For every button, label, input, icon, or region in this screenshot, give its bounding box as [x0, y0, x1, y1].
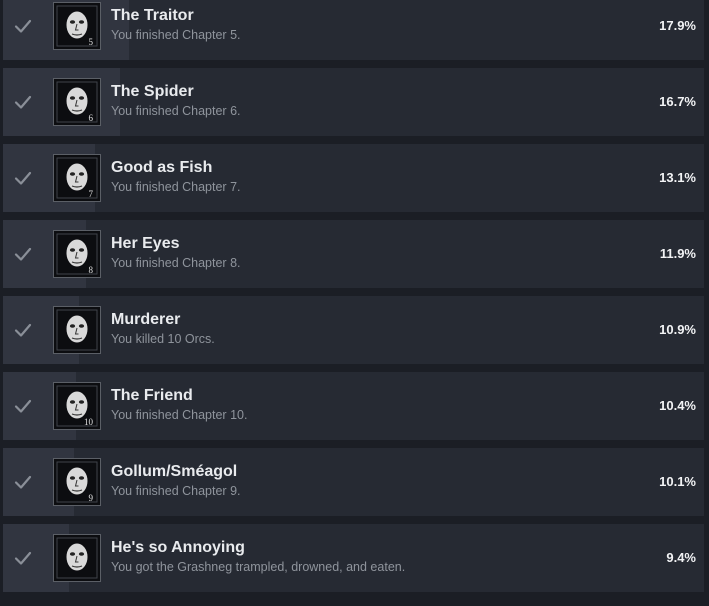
achievement-title: Good as Fish [111, 159, 213, 176]
achievement-title: Her Eyes [111, 235, 180, 252]
checkmark-icon [13, 16, 33, 36]
achievement-row[interactable]: 5 The Traitor You finished Chapter 5. 17… [3, 0, 704, 60]
unlock-percentage: 17.9% [659, 18, 696, 33]
winged-creature-icon: 10 [53, 382, 101, 430]
unlock-percentage: 10.4% [659, 398, 696, 413]
achievement-row[interactable]: 7 Good as Fish You finished Chapter 7. 1… [3, 144, 704, 212]
chapter-number-mark: 7 [89, 189, 94, 199]
unlock-percentage: 9.4% [666, 550, 696, 565]
achievement-description: You finished Chapter 9. [111, 484, 241, 498]
achievement-title: The Traitor [111, 7, 194, 24]
achievement-description: You finished Chapter 6. [111, 104, 241, 118]
checkmark-icon [13, 168, 33, 188]
checkmark-icon [13, 396, 33, 416]
traitor-portrait-icon: 5 [53, 2, 101, 50]
chapter-number-mark: 6 [89, 113, 94, 123]
achievement-title: The Friend [111, 387, 193, 404]
unlock-percentage: 13.1% [659, 170, 696, 185]
chapter-number-mark: 5 [89, 37, 94, 47]
checkmark-icon [13, 244, 33, 264]
chapter-number-mark: 9 [89, 493, 94, 503]
orc-portrait-icon [53, 306, 101, 354]
fish-creature-icon: 7 [53, 154, 101, 202]
achievement-row[interactable]: 8 Her Eyes You finished Chapter 8. 11.9% [3, 220, 704, 288]
achievement-row[interactable]: 6 The Spider You finished Chapter 6. 16.… [3, 68, 704, 136]
checkmark-icon [13, 320, 33, 340]
achievement-description: You finished Chapter 7. [111, 180, 241, 194]
unlock-percentage: 10.1% [659, 474, 696, 489]
unlock-percentage: 10.9% [659, 322, 696, 337]
checkmark-icon [13, 472, 33, 492]
achievement-title: He's so Annoying [111, 539, 245, 556]
achievement-title: Murderer [111, 311, 181, 328]
gollum-face-icon: 9 [53, 458, 101, 506]
achievement-row[interactable]: He's so Annoying You got the Grashneg tr… [3, 524, 704, 592]
chapter-number-mark: 10 [84, 417, 94, 427]
achievement-row[interactable]: Murderer You killed 10 Orcs. 10.9% [3, 296, 704, 364]
bearded-face-icon [53, 534, 101, 582]
achievement-row[interactable]: 10 The Friend You finished Chapter 10. 1… [3, 372, 704, 440]
spider-portrait-icon: 6 [53, 78, 101, 126]
unlock-percentage: 16.7% [659, 94, 696, 109]
achievement-description: You finished Chapter 10. [111, 408, 248, 422]
achievement-row[interactable]: 9 Gollum/Sméagol You finished Chapter 9.… [3, 448, 704, 516]
achievement-description: You got the Grashneg trampled, drowned, … [111, 560, 406, 574]
achievement-description: You finished Chapter 5. [111, 28, 241, 42]
chapter-number-mark: 8 [89, 265, 94, 275]
unlock-percentage: 11.9% [659, 246, 696, 261]
checkmark-icon [13, 548, 33, 568]
achievement-list: 5 The Traitor You finished Chapter 5. 17… [0, 0, 709, 600]
achievement-description: You killed 10 Orcs. [111, 332, 215, 346]
achievement-title: Gollum/Sméagol [111, 463, 238, 480]
achievement-description: You finished Chapter 8. [111, 256, 241, 270]
achievement-title: The Spider [111, 83, 194, 100]
woman-portrait-icon: 8 [53, 230, 101, 278]
checkmark-icon [13, 92, 33, 112]
